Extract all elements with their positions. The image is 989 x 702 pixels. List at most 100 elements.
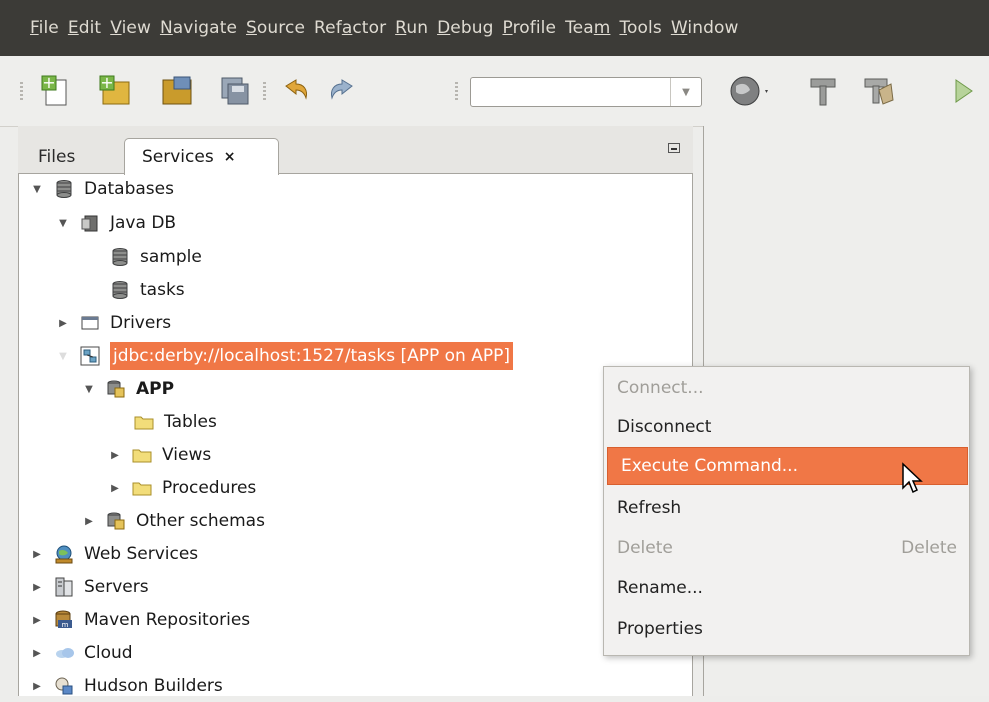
database-icon bbox=[110, 280, 130, 300]
menu-profile[interactable]: Profile bbox=[503, 18, 557, 38]
menu-item-label: Rename... bbox=[617, 578, 703, 598]
menu-item-connect[interactable]: Connect... bbox=[604, 369, 969, 407]
expanded-arrow-icon[interactable]: ▼ bbox=[30, 184, 44, 195]
toolbar-grip[interactable] bbox=[455, 82, 458, 100]
collapsed-arrow-icon[interactable]: ▶ bbox=[30, 615, 44, 626]
tree-item-label: Servers bbox=[84, 577, 149, 597]
menu-item-shortcut: Delete bbox=[901, 538, 957, 558]
tab-services[interactable]: Services × bbox=[124, 138, 279, 175]
panel-tab-strip: Files Services × bbox=[18, 126, 693, 175]
collapsed-arrow-icon[interactable]: ▶ bbox=[56, 318, 70, 329]
menu-source[interactable]: Source bbox=[246, 18, 305, 38]
tree-item-cloud[interactable]: ▶ Cloud bbox=[30, 637, 133, 669]
expanded-arrow-icon[interactable]: ▼ bbox=[56, 218, 70, 229]
menu-debug[interactable]: Debug bbox=[437, 18, 493, 38]
database-icon bbox=[54, 179, 74, 199]
new-file-icon[interactable]: + bbox=[40, 73, 74, 108]
close-icon[interactable]: × bbox=[224, 149, 236, 165]
globe-icon[interactable] bbox=[728, 74, 772, 108]
tree-item-drivers[interactable]: ▶ Drivers bbox=[56, 307, 171, 339]
toolbar-grip[interactable] bbox=[20, 82, 23, 100]
tree-item-maven-repositories[interactable]: ▶ m Maven Repositories bbox=[30, 604, 250, 636]
database-icon bbox=[110, 247, 130, 267]
toolbar-grip[interactable] bbox=[263, 82, 266, 100]
menu-navigate[interactable]: Navigate bbox=[160, 18, 237, 38]
tree-item-connection[interactable]: ▼ jdbc:derby://localhost:1527/tasks [APP… bbox=[56, 340, 514, 372]
menu-file[interactable]: File bbox=[30, 18, 59, 38]
menu-item-rename[interactable]: Rename... bbox=[604, 569, 969, 607]
tree-item-label: jdbc:derby://localhost:1527/tasks [APP o… bbox=[110, 342, 514, 370]
expanded-arrow-icon[interactable]: ▼ bbox=[56, 351, 70, 362]
tree-item-web-services[interactable]: ▶ Web Services bbox=[30, 538, 198, 570]
collapsed-arrow-icon[interactable]: ▶ bbox=[108, 483, 122, 494]
run-icon[interactable] bbox=[946, 74, 980, 108]
save-all-icon[interactable] bbox=[218, 74, 252, 108]
redo-icon[interactable] bbox=[326, 74, 360, 108]
menu-item-label: Properties bbox=[617, 619, 703, 639]
tree-item-tables[interactable]: Tables bbox=[134, 406, 217, 438]
collapsed-arrow-icon[interactable]: ▶ bbox=[30, 582, 44, 593]
toolbar: + + ▼ bbox=[0, 56, 989, 127]
menu-bar: File Edit View Navigate Source Refactor Run Deb… bbox=[0, 0, 989, 56]
folder-icon bbox=[132, 445, 152, 465]
cloud-icon bbox=[54, 643, 74, 663]
tree-item-label: sample bbox=[140, 247, 202, 267]
new-project-icon[interactable]: + bbox=[98, 73, 132, 108]
tab-files-label: Files bbox=[38, 146, 76, 167]
tree-item-java-db[interactable]: ▼ Java DB bbox=[56, 207, 176, 239]
folder-icon bbox=[132, 478, 152, 498]
collapsed-arrow-icon[interactable]: ▶ bbox=[30, 549, 44, 560]
tree-item-procedures[interactable]: ▶ Procedures bbox=[108, 472, 256, 504]
tree-item-tasks[interactable]: tasks bbox=[110, 274, 185, 306]
tree-item-label: Hudson Builders bbox=[84, 676, 223, 696]
menu-window[interactable]: Window bbox=[671, 18, 739, 38]
configuration-combo[interactable]: ▼ bbox=[470, 77, 702, 107]
menu-item-label: Connect... bbox=[617, 378, 704, 398]
svg-text:m: m bbox=[62, 621, 69, 629]
menu-view[interactable]: View bbox=[110, 18, 151, 38]
collapsed-arrow-icon[interactable]: ▶ bbox=[30, 681, 44, 692]
open-project-icon[interactable] bbox=[160, 74, 194, 108]
maven-icon: m bbox=[54, 610, 74, 630]
expanded-arrow-icon[interactable]: ▼ bbox=[82, 384, 96, 395]
hudson-icon bbox=[54, 676, 74, 696]
web-services-icon bbox=[54, 544, 74, 564]
svg-text:+: + bbox=[100, 74, 113, 92]
tree-item-other-schemas[interactable]: ▶ Other schemas bbox=[82, 505, 265, 537]
tree-item-label: Maven Repositories bbox=[84, 610, 251, 630]
tree-item-app-schema[interactable]: ▼ APP bbox=[82, 373, 174, 405]
schema-icon bbox=[106, 511, 126, 531]
collapsed-arrow-icon[interactable]: ▶ bbox=[108, 450, 122, 461]
menu-run[interactable]: Run bbox=[395, 18, 428, 38]
build-icon[interactable] bbox=[806, 74, 840, 108]
tree-item-label: Views bbox=[162, 445, 212, 465]
menu-refactor[interactable]: Refactor bbox=[314, 18, 386, 38]
collapsed-arrow-icon[interactable]: ▶ bbox=[82, 516, 96, 527]
tree-item-label: Web Services bbox=[84, 544, 199, 564]
tree-item-label: Other schemas bbox=[136, 511, 265, 531]
folder-icon bbox=[134, 412, 154, 432]
context-menu: Connect... Disconnect Execute Command...… bbox=[603, 366, 970, 656]
menu-team[interactable]: Team bbox=[565, 18, 610, 38]
tree-item-hudson-builders[interactable]: ▶ Hudson Builders bbox=[30, 670, 223, 702]
tree-item-servers[interactable]: ▶ Servers bbox=[30, 571, 149, 603]
menu-item-properties[interactable]: Properties bbox=[604, 610, 969, 648]
menu-item-delete[interactable]: Delete Delete bbox=[604, 529, 969, 567]
menu-edit[interactable]: Edit bbox=[68, 18, 101, 38]
tree-item-sample[interactable]: sample bbox=[110, 241, 202, 273]
tree-item-label: APP bbox=[136, 379, 175, 399]
tab-files[interactable]: Files bbox=[22, 138, 114, 175]
minimize-icon[interactable] bbox=[668, 143, 680, 153]
tree-item-views[interactable]: ▶ Views bbox=[108, 439, 211, 471]
undo-icon[interactable] bbox=[278, 74, 312, 108]
connection-icon bbox=[80, 346, 100, 366]
tree-item-label: Cloud bbox=[84, 643, 133, 663]
tree-item-databases[interactable]: ▼ Databases bbox=[30, 173, 174, 205]
clean-build-icon[interactable] bbox=[861, 74, 895, 108]
menu-item-label: Execute Command... bbox=[621, 456, 798, 476]
collapsed-arrow-icon[interactable]: ▶ bbox=[30, 648, 44, 659]
servers-icon bbox=[54, 577, 74, 597]
chevron-down-icon[interactable]: ▼ bbox=[670, 78, 701, 106]
menu-item-disconnect[interactable]: Disconnect bbox=[604, 408, 969, 446]
menu-tools[interactable]: Tools bbox=[619, 18, 661, 38]
